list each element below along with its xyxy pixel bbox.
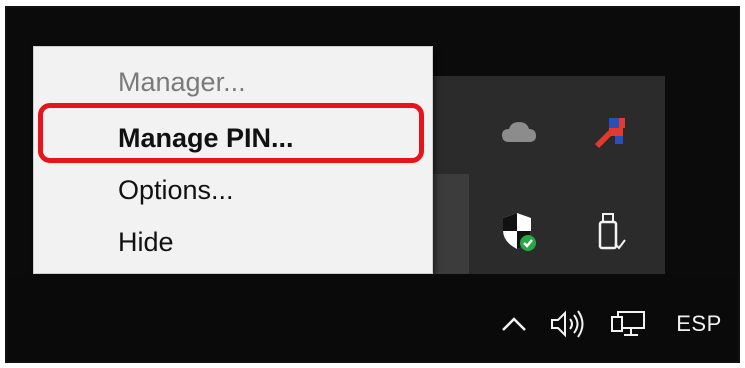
- taskbar: ESP: [7, 274, 738, 361]
- highlight-box: [38, 103, 424, 163]
- defender-shield-icon[interactable]: [495, 208, 543, 256]
- tray-overflow-panel: [399, 76, 665, 276]
- network-icon[interactable]: [607, 304, 651, 344]
- menu-item-manager[interactable]: Manager...: [118, 65, 246, 99]
- cloud-icon[interactable]: [495, 108, 543, 156]
- pin-app-icon[interactable]: [585, 108, 633, 156]
- menu-item-hide[interactable]: Hide: [118, 225, 174, 259]
- language-indicator[interactable]: ESP: [669, 304, 729, 344]
- usb-drive-icon[interactable]: [585, 208, 633, 256]
- menu-item-options[interactable]: Options...: [118, 173, 234, 207]
- screenshot-frame: Manager... Manage PIN... Options... Hide: [5, 6, 740, 363]
- overflow-hover-area: [429, 174, 469, 274]
- context-menu: Manager... Manage PIN... Options... Hide: [33, 46, 433, 274]
- chevron-up-icon[interactable]: [495, 304, 533, 344]
- volume-icon[interactable]: [545, 304, 593, 344]
